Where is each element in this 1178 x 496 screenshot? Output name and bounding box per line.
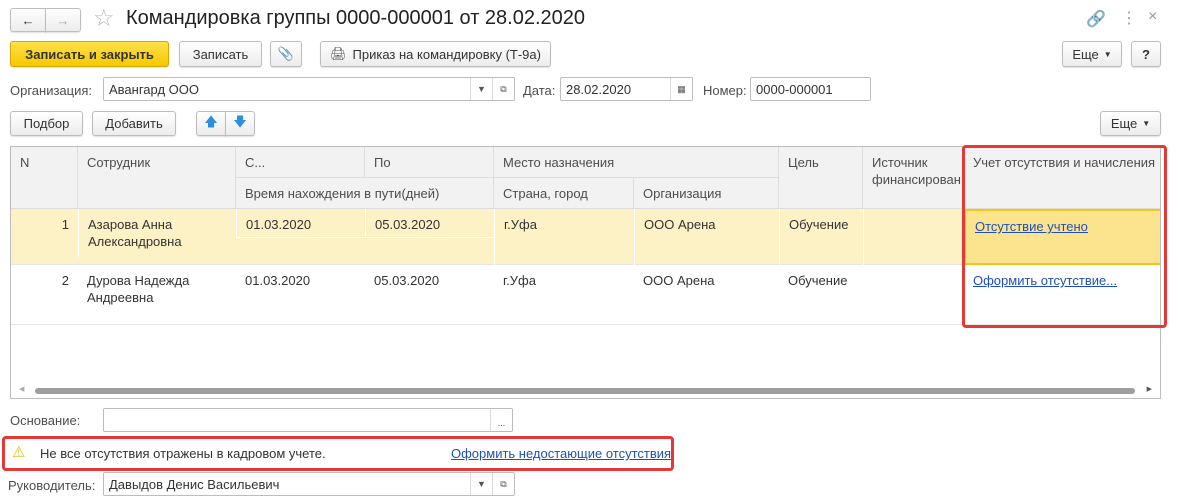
dropdown-icon[interactable]: ▼ (470, 78, 492, 100)
chevron-down-icon: ▼ (1142, 119, 1151, 128)
link-icon[interactable]: 🔗 (1086, 9, 1106, 29)
header-travel-days[interactable]: Время нахождения в пути(дней) (236, 178, 494, 209)
header-from[interactable]: С... (236, 147, 365, 178)
paperclip-icon: 📎 (277, 46, 295, 61)
chevron-down-icon: ▼ (1103, 49, 1112, 59)
number-field[interactable]: 0000-000001 (750, 77, 871, 101)
header-city[interactable]: Страна, город (494, 178, 634, 209)
highlight-absence-column (962, 145, 1167, 328)
scroll-right-icon[interactable]: ▶ (1147, 385, 1152, 393)
move-down-button[interactable]: 🡇 (225, 111, 255, 136)
attach-button[interactable]: 📎 (270, 41, 302, 67)
page-title: Командировка группы 0000-000001 от 28.02… (126, 7, 586, 29)
basis-label: Основание: (10, 413, 81, 428)
open-icon[interactable]: ⧉ (492, 78, 514, 100)
select-button[interactable]: Подбор (10, 111, 83, 136)
header-source[interactable]: Источник финансирован (863, 147, 964, 209)
arrow-up-icon: 🡅 (204, 113, 218, 129)
more-button[interactable]: Еще ▼ (1062, 41, 1122, 67)
printer-icon: 🖨 (330, 46, 347, 61)
header-place[interactable]: Место назначения (494, 147, 779, 178)
back-button[interactable]: ← (10, 8, 46, 32)
forward-button[interactable]: → (45, 8, 81, 32)
header-n[interactable]: N (11, 147, 78, 209)
save-button[interactable]: Записать (179, 41, 262, 67)
header-goal[interactable]: Цель (779, 147, 863, 209)
organization-field[interactable]: Авангард ООО ▼ ⧉ (103, 77, 515, 101)
move-up-button[interactable]: 🡅 (196, 111, 226, 136)
manager-field[interactable]: Давыдов Денис Васильевич ▼ ⧉ (103, 472, 515, 496)
date-label: Дата: (523, 83, 556, 98)
add-button[interactable]: Добавить (92, 111, 176, 136)
basis-field[interactable]: ... (103, 408, 513, 432)
favorite-star-icon[interactable]: ☆ (93, 4, 115, 33)
date-field[interactable]: 28.02.2020 ▦ (560, 77, 693, 101)
organization-label: Организация: (10, 83, 93, 98)
more-vert-icon[interactable]: ⋮ (1121, 8, 1137, 28)
scroll-left-icon[interactable]: ◀ (19, 385, 24, 393)
header-employee[interactable]: Сотрудник (78, 147, 236, 209)
save-and-close-button[interactable]: Записать и закрыть (10, 41, 169, 67)
calendar-icon[interactable]: ▦ (670, 78, 692, 100)
table-more-button[interactable]: Еще ▼ (1100, 111, 1161, 136)
print-order-button[interactable]: 🖨 Приказ на командировку (Т-9а) (320, 41, 551, 67)
horizontal-scrollbar[interactable]: ◀ ▶ (11, 385, 1160, 397)
help-button[interactable]: ? (1131, 41, 1161, 67)
manager-label: Руководитель: (8, 478, 96, 493)
warning-text: Не все отсутствия отражены в кадровом уч… (40, 446, 326, 461)
number-label: Номер: (703, 83, 747, 98)
arrow-down-icon: 🡇 (233, 113, 247, 129)
basis-select-button[interactable]: ... (490, 409, 512, 431)
close-icon[interactable]: × (1148, 8, 1157, 26)
warning-icon: ⚠ (12, 444, 26, 461)
open-icon[interactable]: ⧉ (492, 473, 514, 495)
register-missing-absences-link[interactable]: Оформить недостающие отсутствия (451, 446, 671, 461)
dropdown-icon[interactable]: ▼ (470, 473, 492, 495)
header-to[interactable]: По (365, 147, 494, 178)
header-organization[interactable]: Организация (634, 178, 779, 209)
